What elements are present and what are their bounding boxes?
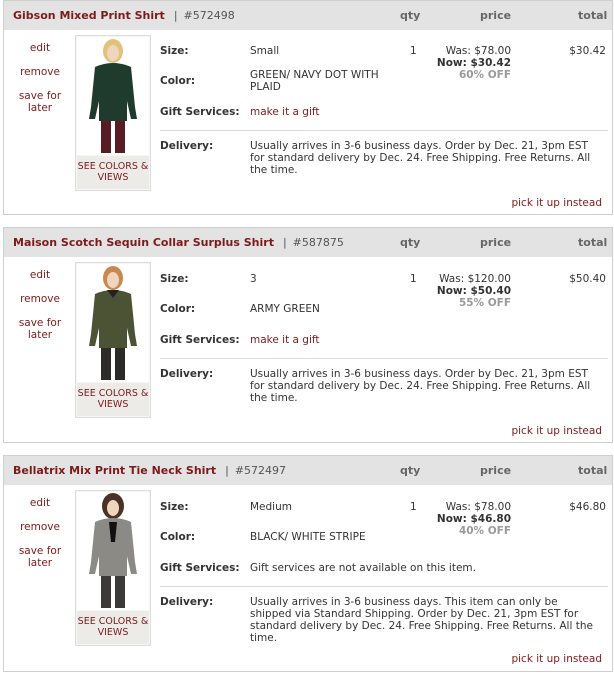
item-title: Maison Scotch Sequin Collar Surplus Shir… [13,236,344,249]
price-header: price [480,464,512,477]
item-header: Gibson Mixed Print Shirt | #572498 qty pri… [4,1,612,30]
remove-link[interactable]: remove [12,293,68,305]
save-for-later-link[interactable]: save for later [12,545,68,569]
edit-link[interactable]: edit [12,42,68,54]
total-value: $30.42 [569,45,606,57]
cart-item: Maison Scotch Sequin Collar Surplus Shir… [3,227,613,443]
pick-up-instead-link[interactable]: pick it up instead [511,425,602,437]
item-actions: edit remove save for later [12,497,68,569]
product-photo[interactable] [77,492,149,610]
delivery-info: Usually arrives in 3-6 business days. Th… [250,596,593,644]
now-price: Now: $46.80 [436,513,511,525]
qty-header: qty [400,236,421,249]
discount-percent: 60% OFF [458,69,511,81]
total-header: total [578,236,608,249]
product-name-link[interactable]: Gibson Mixed Print Shirt [13,9,165,22]
pick-up-instead-link[interactable]: pick it up instead [511,653,602,665]
total-header: total [578,9,608,22]
product-name-link[interactable]: Bellatrix Mix Print Tie Neck Shirt [13,464,216,477]
cart-item: Bellatrix Mix Print Tie Neck Shirt | #5724… [3,455,613,672]
pick-up-instead-link[interactable]: pick it up instead [511,197,602,209]
divider [160,130,608,131]
price-header: price [480,236,512,249]
product-name-link[interactable]: Maison Scotch Sequin Collar Surplus Shir… [13,236,274,249]
item-header: Maison Scotch Sequin Collar Surplus Shir… [4,228,612,257]
product-thumbnail[interactable]: SEE COLORS & VIEWS [75,35,151,191]
size-label: Size: [160,273,189,285]
was-price: Was: $120.00 [439,273,511,285]
divider [160,358,608,359]
edit-link[interactable]: edit [12,497,68,509]
total-header: total [578,464,608,477]
gift-services-label: Gift Services: [160,562,240,574]
save-for-later-link[interactable]: save for later [12,317,68,341]
color-label: Color: [160,531,196,543]
item-sku: #572498 [183,9,235,22]
qty-header: qty [400,9,421,22]
color-label: Color: [160,75,196,87]
item-sku: #572497 [234,464,287,477]
gift-services-unavailable: Gift services are not available on this … [250,562,476,574]
make-gift-link[interactable]: make it a gift [250,106,460,118]
now-price: Now: $30.42 [436,57,511,69]
price-block: Was: $78.00 Now: $30.42 60% OFF [414,45,511,81]
delivery-label: Delivery: [160,596,214,608]
delivery-label: Delivery: [160,368,214,380]
separator: | [282,236,287,249]
now-price: Now: $50.40 [436,285,511,297]
see-colors-button[interactable]: SEE COLORS & VIEWS [77,383,149,416]
remove-link[interactable]: remove [12,66,68,78]
separator: | [225,464,229,477]
item-actions: edit remove save for later [12,42,68,114]
color-label: Color: [160,303,196,315]
delivery-info: Usually arrives in 3-6 business days. Or… [250,368,591,404]
save-for-later-link[interactable]: save for later [12,90,68,114]
color-value: GREEN/ NAVY DOT WITH PLAID [250,69,379,93]
was-price: Was: $78.00 [445,501,511,513]
color-value: ARMY GREEN [250,303,320,315]
gift-services-label: Gift Services: [160,334,240,346]
price-header: price [480,9,512,22]
item-title: Gibson Mixed Print Shirt | #572498 [13,9,235,22]
item-sku: #587875 [292,236,344,249]
total-value: $46.80 [569,501,606,513]
product-photo[interactable] [77,37,149,155]
product-photo[interactable] [77,264,149,382]
see-colors-button[interactable]: SEE COLORS & VIEWS [77,156,149,189]
divider [160,586,608,587]
separator: | [173,9,178,22]
item-actions: edit remove save for later [12,269,68,341]
gift-services-label: Gift Services: [160,106,240,118]
cart-item: Gibson Mixed Print Shirt | #572498 qty pri… [3,0,613,215]
delivery-info: Usually arrives in 3-6 business days. Or… [250,140,591,176]
was-price: Was: $78.00 [445,45,511,57]
item-title: Bellatrix Mix Print Tie Neck Shirt | #5724… [13,464,286,477]
color-value: BLACK/ WHITE STRIPE [250,531,366,543]
make-gift-link[interactable]: make it a gift [250,334,460,346]
edit-link[interactable]: edit [12,269,68,281]
see-colors-button[interactable]: SEE COLORS & VIEWS [77,611,149,644]
qty-header: qty [400,464,421,477]
remove-link[interactable]: remove [12,521,68,533]
delivery-label: Delivery: [160,140,214,152]
product-thumbnail[interactable]: SEE COLORS & VIEWS [75,262,151,418]
product-thumbnail[interactable]: SEE COLORS & VIEWS [75,490,151,646]
item-header: Bellatrix Mix Print Tie Neck Shirt | #5724… [4,456,612,485]
total-value: $50.40 [569,273,606,285]
size-label: Size: [160,501,189,513]
size-label: Size: [160,45,189,57]
